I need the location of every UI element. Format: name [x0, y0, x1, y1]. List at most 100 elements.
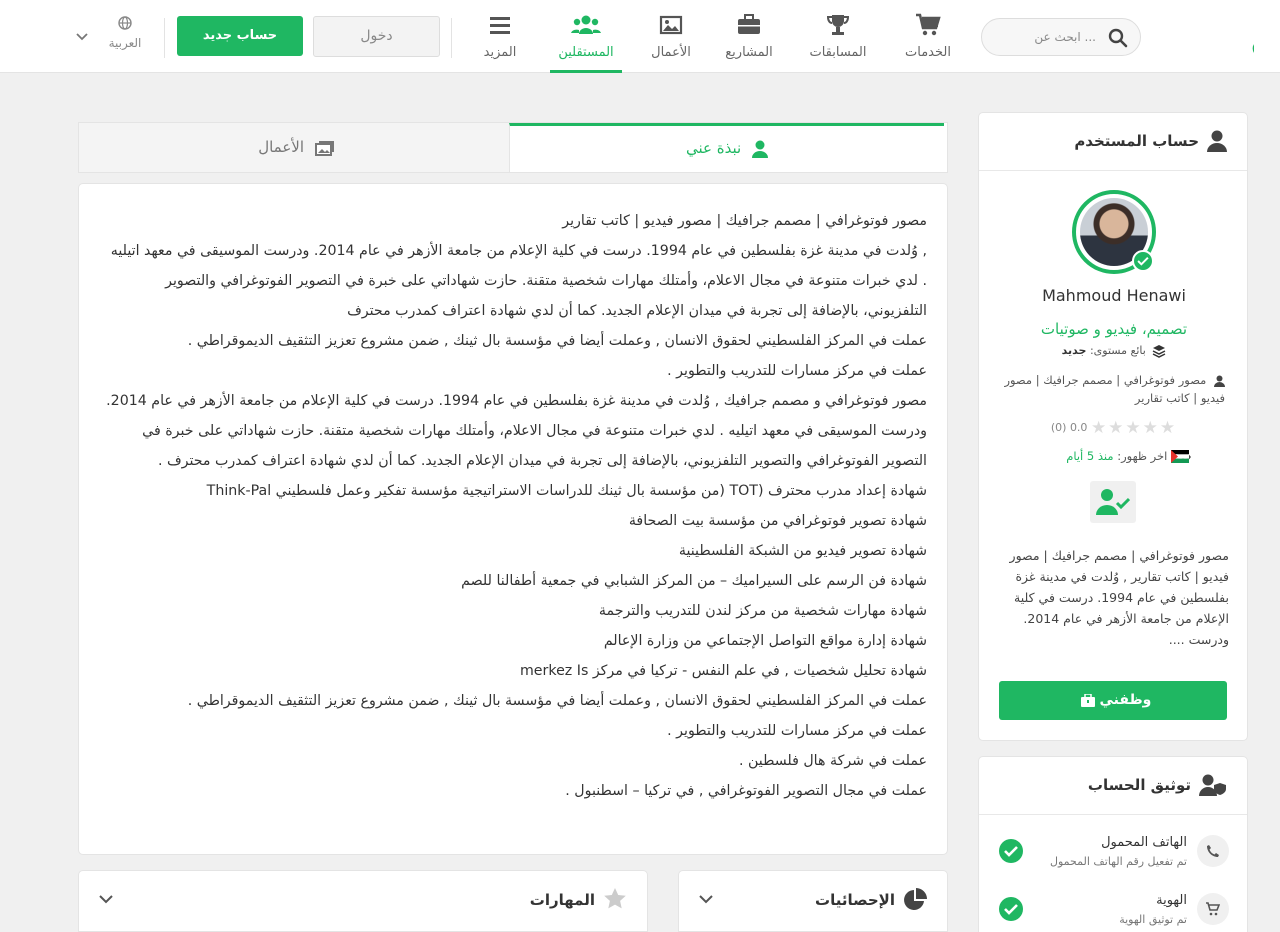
- bio-line: شهادة تصوير فوتوغرافي من مؤسسة بيت الصحا…: [628, 513, 927, 529]
- verification-item-phone: الهاتف المحمول تم تفعيل رقم الهاتف المحم…: [979, 835, 1249, 885]
- menu-icon: [490, 17, 510, 34]
- seller-level: بائع مستوى: جديد: [979, 344, 1249, 358]
- nav-contests[interactable]: المسابقات: [803, 0, 873, 73]
- rating-value: 0.0: [1069, 421, 1088, 434]
- bio-line: عملت في مجال التصوير الفوتوغرافي , في تر…: [565, 783, 927, 799]
- user-name[interactable]: Mahmoud Henawi: [979, 286, 1249, 305]
- nav-works-label: الأعمال: [651, 45, 691, 60]
- user-card: حساب المستخدم Mahmoud Henawi تصميم، فيدي…: [978, 112, 1248, 741]
- bio-line: شهادة إدارة مواقع التواصل الإجتماعي من و…: [603, 633, 927, 649]
- skills-panel[interactable]: المهارات: [78, 870, 648, 932]
- nav-freelancers[interactable]: المستقلين: [550, 0, 622, 73]
- globe-icon: [118, 16, 132, 30]
- nav-projects[interactable]: المشاريع: [714, 0, 784, 73]
- bio-line: عملت في مركز مسارات للتدريب والتطوير .: [667, 363, 927, 379]
- about-excerpt: مصور فوتوغرافي | مصمم جرافيك | مصور فيدي…: [1009, 548, 1229, 647]
- bio-line: شهادة مهارات شخصية من مركز لندن للتدريب …: [598, 603, 927, 619]
- cart-icon: [1197, 893, 1229, 925]
- check-icon: [999, 839, 1023, 863]
- tab-works-label: الأعمال: [258, 138, 305, 156]
- user-icon: [751, 140, 768, 158]
- bio-line: , وُلدت في مدينة غزة بفلسطين في عام 1994…: [110, 243, 927, 319]
- rating-stars: ★★★★★: [1090, 418, 1178, 438]
- briefcase-icon: [1080, 692, 1095, 707]
- user-card-title: حساب المستخدم: [1074, 132, 1199, 150]
- tab-about[interactable]: نبذة عني: [509, 123, 944, 172]
- verification-item-title: الهاتف المحمول: [1101, 835, 1187, 850]
- user-card-header: حساب المستخدم: [979, 113, 1247, 171]
- hire-me-label: وظفني: [1099, 692, 1152, 708]
- stats-panel[interactable]: الإحصائيات: [678, 870, 948, 932]
- svg-text:كفيل: كفيل: [1250, 15, 1254, 59]
- image-icon: [659, 15, 683, 35]
- account-verification-card: توثيق الحساب الهاتف المحمول تم تفعيل رقم…: [978, 756, 1248, 932]
- user-icon: [1214, 375, 1225, 387]
- language-switcher[interactable]: العربية: [100, 16, 150, 50]
- last-seen-value: منذ 5 أيام: [1066, 449, 1114, 463]
- bio-line: شهادة تصوير فيديو من الشبكة الفلسطينية: [678, 543, 927, 559]
- tab-about-label: نبذة عني: [686, 139, 742, 157]
- images-icon: [314, 140, 334, 156]
- verified-user-button[interactable]: [1090, 481, 1136, 523]
- user-check-icon: [1096, 489, 1130, 515]
- verification-item-identity: الهوية تم توثيق الهوية: [979, 893, 1249, 932]
- search-input[interactable]: ابحث عن ...: [1034, 30, 1096, 44]
- chevron-down-icon[interactable]: [99, 895, 113, 904]
- bio-line: عملت في المركز الفلسطيني لحقوق الانسان ,…: [187, 333, 927, 349]
- top-navbar: كفيل ابحث عن ... الخدمات المسابقات المشا…: [0, 0, 1280, 73]
- login-button[interactable]: دخول: [313, 16, 440, 57]
- bio-line: عملت في مركز مسارات للتدريب والتطوير .: [667, 723, 927, 739]
- signup-button[interactable]: حساب جديد: [177, 16, 303, 56]
- seller-level-label: بائع مستوى:: [1089, 344, 1146, 357]
- kafiil-logo[interactable]: كفيل: [1150, 12, 1254, 62]
- search-box[interactable]: ابحث عن ...: [981, 18, 1141, 56]
- nav-freelancers-label: المستقلين: [558, 45, 614, 60]
- user-specialty[interactable]: تصميم، فيديو و صوتيات: [979, 320, 1249, 338]
- chevron-down-icon[interactable]: [76, 33, 88, 41]
- bio-line: مصور فوتوغرافي | مصمم جرافيك | مصور فيدي…: [562, 213, 927, 229]
- chevron-down-icon[interactable]: [699, 895, 713, 904]
- phone-icon: [1197, 835, 1229, 867]
- stats-title: الإحصائيات: [815, 891, 895, 909]
- profile-tabs: الأعمال نبذة عني: [78, 122, 948, 173]
- bio-line: شهادة فن الرسم على السيراميك – من المركز…: [461, 573, 927, 589]
- verification-title: توثيق الحساب: [1087, 776, 1191, 794]
- tab-works[interactable]: الأعمال: [79, 123, 514, 172]
- nav-divider: [451, 18, 452, 58]
- verification-item-subtitle: تم تفعيل رقم الهاتف المحمول: [1049, 855, 1187, 868]
- user-headline-text: مصور فوتوغرافي | مصمم جرافيك | مصور فيدي…: [1004, 373, 1225, 405]
- rating-count: (0): [1050, 421, 1067, 434]
- user-rating: ★★★★★ 0.0 (0): [979, 418, 1249, 438]
- seller-level-value: جديد: [1061, 344, 1087, 357]
- users-icon: [571, 15, 601, 34]
- verification-item-title: الهوية: [1156, 893, 1187, 908]
- nav-services[interactable]: الخدمات: [893, 0, 963, 73]
- verification-header: توثيق الحساب: [979, 757, 1247, 815]
- language-label: العربية: [108, 36, 142, 50]
- hire-me-button[interactable]: وظفني: [999, 681, 1227, 720]
- verification-item-subtitle: تم توثيق الهوية: [1119, 913, 1187, 926]
- nav-more[interactable]: المزيد: [474, 0, 526, 73]
- bio-line: عملت في المركز الفلسطيني لحقوق الانسان ,…: [187, 693, 927, 709]
- user-icon: [1207, 130, 1227, 152]
- nav-divider: [164, 18, 165, 58]
- pie-chart-icon: [904, 888, 927, 910]
- avatar[interactable]: [1072, 190, 1156, 274]
- nav-works[interactable]: الأعمال: [636, 0, 706, 73]
- star-icon: [604, 888, 626, 909]
- search-icon[interactable]: [1108, 28, 1128, 48]
- briefcase-icon: [738, 14, 760, 34]
- verified-badge-icon: [1132, 250, 1154, 272]
- nav-more-label: المزيد: [483, 45, 517, 60]
- nav-projects-label: المشاريع: [725, 45, 773, 60]
- user-shield-icon: [1199, 774, 1226, 796]
- bio-line: شهادة تحليل شخصيات , في علم النفس - تركي…: [519, 663, 927, 679]
- last-seen-label: اخر ظهور:: [1117, 449, 1168, 463]
- bio-line: مصور فوتوغرافي و مصمم جرافيك , وُلدت في …: [106, 393, 927, 469]
- layers-icon: [1152, 345, 1166, 358]
- bio-panel: مصور فوتوغرافي | مصمم جرافيك | مصور فيدي…: [78, 183, 948, 855]
- trophy-icon: [826, 15, 850, 35]
- palestine-flag-icon: [1171, 450, 1189, 463]
- nav-services-label: الخدمات: [905, 45, 951, 60]
- bio-line: شهادة إعداد مدرب محترف (TOT (من مؤسسة با…: [206, 483, 927, 499]
